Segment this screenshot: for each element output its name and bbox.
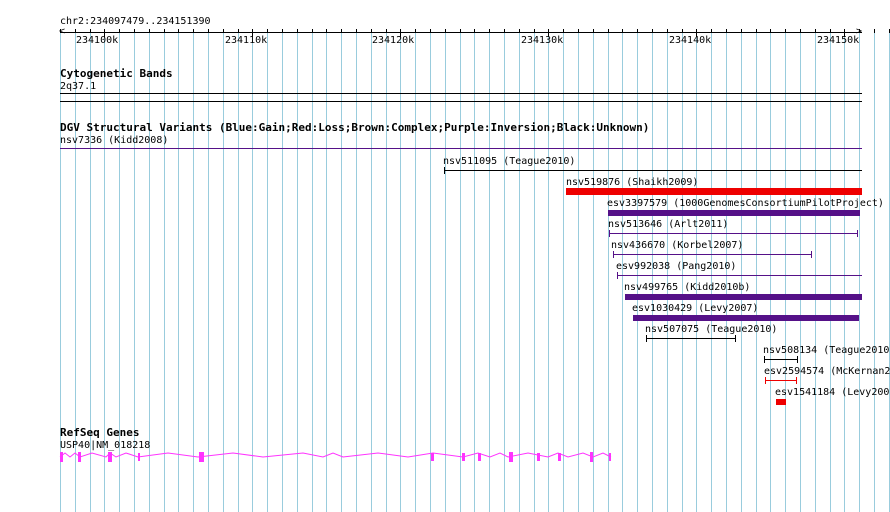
feature-label: nsv513646 (Arlt2011) bbox=[608, 219, 729, 230]
gene-exon bbox=[509, 452, 513, 462]
gene-exon bbox=[108, 452, 112, 462]
feature-label: nsv519876 (Shaikh2009) bbox=[566, 177, 699, 188]
feature-span bbox=[609, 233, 858, 234]
feature-cap bbox=[646, 335, 647, 342]
feature-span bbox=[444, 170, 862, 171]
feature-cap bbox=[617, 272, 618, 279]
gene-exon bbox=[478, 453, 481, 461]
feature-cap bbox=[811, 251, 812, 258]
gene-exon bbox=[60, 452, 63, 462]
gene-exon bbox=[609, 453, 611, 461]
gene-model-usp40[interactable] bbox=[58, 450, 618, 464]
feature-bar bbox=[608, 210, 860, 216]
feature-span bbox=[646, 338, 736, 339]
feature-cap bbox=[735, 335, 736, 342]
feature-cap bbox=[764, 356, 765, 363]
feature-bar bbox=[566, 188, 862, 195]
feature-label: esv2594574 (McKernan2 bbox=[764, 366, 890, 377]
tick-label-4: 234130k bbox=[521, 35, 564, 46]
feature-label: nsv436670 (Korbel2007) bbox=[611, 240, 744, 251]
gene-exon bbox=[590, 452, 593, 462]
feature-cap bbox=[609, 230, 610, 237]
tick-label-2: 234110k bbox=[225, 35, 268, 46]
feature-label: esv1541184 (Levy200 bbox=[775, 387, 890, 398]
dgv-track-title: DGV Structural Variants (Blue:Gain;Red:L… bbox=[60, 121, 650, 134]
feature-span bbox=[60, 148, 862, 149]
feature-label: nsv511095 (Teague2010) bbox=[443, 156, 576, 167]
feature-span bbox=[764, 359, 798, 360]
feature-cap bbox=[857, 230, 858, 237]
gene-exon bbox=[78, 452, 81, 462]
tick-label-5: 234140k bbox=[669, 35, 712, 46]
cytoband-line-top bbox=[60, 93, 862, 94]
gene-exon bbox=[199, 452, 204, 462]
feature-label: esv3397579 (1000GenomesConsortiumPilotPr… bbox=[607, 198, 884, 209]
cytoband-track-title: Cytogenetic Bands bbox=[60, 67, 173, 80]
feature-span bbox=[765, 380, 797, 381]
feature-label: esv992038 (Pang2010) bbox=[616, 261, 737, 272]
cytoband-line-bottom bbox=[60, 101, 862, 102]
feature-label: nsv499765 (Kidd2010b) bbox=[624, 282, 751, 293]
feature-cap bbox=[444, 167, 445, 174]
feature-label: nsv507075 (Teague2010) bbox=[645, 324, 778, 335]
feature-bar bbox=[633, 315, 859, 321]
ruler-axis bbox=[60, 32, 862, 33]
feature-span bbox=[613, 254, 812, 255]
feature-bar bbox=[625, 294, 862, 300]
ruler-left-arrow[interactable]: < bbox=[59, 26, 65, 37]
feature-bar bbox=[776, 399, 786, 405]
gene-exon bbox=[138, 453, 140, 461]
feature-cap bbox=[796, 377, 797, 384]
feature-label: nsv508134 (Teague2010 bbox=[763, 345, 890, 356]
tick-label-6: 234150k bbox=[817, 35, 860, 46]
feature-cap bbox=[797, 356, 798, 363]
tick-label-1: 234100k bbox=[76, 35, 119, 46]
refseq-track-title: RefSeq Genes bbox=[60, 426, 140, 439]
feature-label: nsv7336 (Kidd2008) bbox=[60, 135, 169, 146]
feature-cap bbox=[613, 251, 614, 258]
gene-exon bbox=[537, 453, 540, 461]
gene-introns bbox=[59, 452, 612, 458]
gene-exon bbox=[558, 453, 561, 461]
cytoband-label[interactable]: 2q37.1 bbox=[60, 81, 96, 92]
gene-exon bbox=[462, 453, 465, 461]
tick-label-3: 234120k bbox=[372, 35, 415, 46]
location-label: chr2:234097479..234151390 bbox=[60, 16, 211, 27]
gene-exon bbox=[431, 453, 434, 461]
feature-cap bbox=[765, 377, 766, 384]
feature-span bbox=[617, 275, 862, 276]
feature-label: esv1030429 (Levy2007) bbox=[632, 303, 759, 314]
